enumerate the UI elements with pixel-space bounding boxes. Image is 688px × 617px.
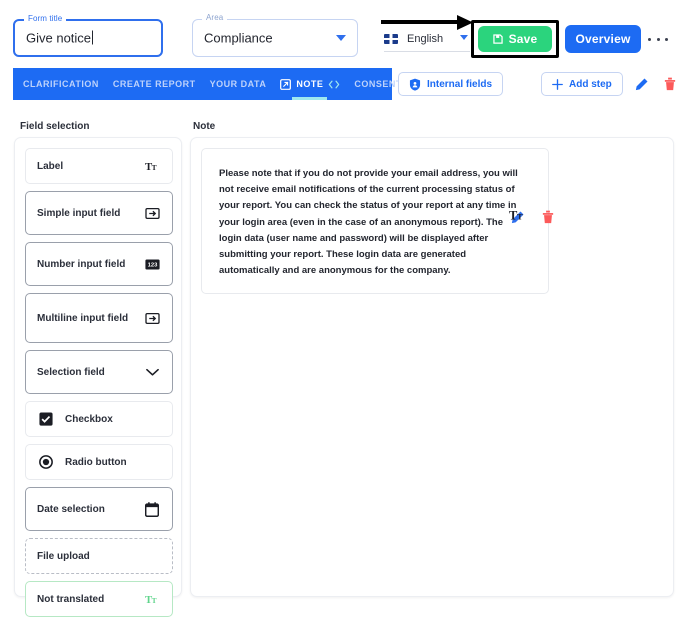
- field-card-radio-button[interactable]: Radio button: [25, 444, 173, 480]
- field-card-label-text: Label: [37, 160, 64, 172]
- input-field-icon: [143, 204, 161, 222]
- text-format-icon: TT: [143, 157, 161, 175]
- overview-button-label: Overview: [575, 32, 631, 46]
- input-field-icon: [143, 309, 161, 327]
- field-card-label-text: Multiline input field: [37, 312, 129, 324]
- code-brackets-icon: [329, 80, 340, 88]
- field-card-simple-input[interactable]: Simple input field: [25, 191, 173, 235]
- step-tab-bar: CLARIFICATION CREATE REPORT YOUR DATA NO…: [13, 68, 401, 100]
- field-card-label-text: Not translated: [37, 593, 105, 605]
- form-title-value: Give notice: [26, 30, 94, 46]
- plus-icon: [552, 78, 563, 90]
- field-card-label-text: Checkbox: [65, 413, 113, 425]
- uk-flag-icon: [384, 33, 398, 44]
- save-button-label: Save: [508, 32, 538, 46]
- pencil-icon: [636, 78, 648, 90]
- note-panel: Please note that if you do not provide y…: [190, 137, 674, 597]
- field-card-label-text: Date selection: [37, 503, 105, 515]
- form-title-legend: Form title: [24, 14, 67, 23]
- black-arrow-annotation-icon: [381, 15, 473, 30]
- note-panel-title: Note: [193, 121, 216, 132]
- field-card-date-selection[interactable]: Date selection: [25, 487, 173, 531]
- trash-icon: [664, 77, 675, 91]
- top-toolbar: Form title Give notice Area Compliance E…: [0, 0, 688, 66]
- form-title-field[interactable]: Form title Give notice: [13, 14, 163, 57]
- overview-button[interactable]: Overview: [565, 25, 641, 53]
- add-step-button[interactable]: Add step: [541, 72, 623, 96]
- text-cursor: [92, 30, 94, 45]
- note-text: Please note that if you do not provide y…: [219, 168, 518, 277]
- chevron-down-icon: [143, 363, 161, 381]
- edit-step-button[interactable]: [633, 75, 651, 93]
- area-legend: Area: [202, 13, 228, 22]
- field-card-label[interactable]: Label TT: [25, 148, 173, 184]
- internal-fields-button[interactable]: Internal fields: [398, 72, 504, 96]
- number-123-icon: 123: [143, 255, 161, 273]
- external-link-icon: [280, 78, 292, 90]
- save-disk-icon: [492, 34, 503, 44]
- field-card-selection-field[interactable]: Selection field: [25, 350, 173, 394]
- tab-create-report[interactable]: CREATE REPORT: [113, 68, 196, 100]
- kebab-menu-icon[interactable]: [648, 32, 668, 46]
- field-selection-title: Field selection: [20, 121, 90, 132]
- tabbar-actions: Internal fields Add step: [398, 68, 679, 100]
- field-card-label-text: Selection field: [37, 366, 105, 378]
- shield-icon: [409, 78, 421, 91]
- svg-text:T: T: [151, 595, 156, 604]
- field-card-multiline-input[interactable]: Multiline input field: [25, 293, 173, 343]
- tab-note-group[interactable]: NOTE: [280, 68, 340, 100]
- chevron-down-icon: [336, 35, 346, 41]
- field-card-label-text: Simple input field: [37, 207, 121, 219]
- field-selection-panel: Label TT Simple input field Number input…: [14, 137, 182, 617]
- svg-text:T: T: [151, 162, 156, 171]
- tab-clarification[interactable]: CLARIFICATION: [23, 68, 99, 100]
- svg-text:123: 123: [147, 262, 157, 268]
- field-card-label-text: Number input field: [37, 258, 126, 270]
- radio-selected-icon: [37, 453, 55, 471]
- field-card-number-input[interactable]: Number input field 123: [25, 242, 173, 286]
- checkbox-checked-icon: [37, 410, 55, 428]
- add-step-label: Add step: [569, 78, 612, 90]
- area-select[interactable]: Area Compliance: [192, 13, 358, 57]
- language-label: English: [407, 32, 444, 45]
- internal-fields-label: Internal fields: [427, 78, 493, 90]
- area-value: Compliance: [204, 30, 273, 46]
- note-card[interactable]: Please note that if you do not provide y…: [201, 148, 549, 295]
- text-format-icon: TT: [143, 590, 161, 608]
- calendar-icon: [143, 500, 161, 518]
- trash-icon: [542, 210, 554, 224]
- tab-consent[interactable]: CONSENT: [354, 68, 402, 100]
- svg-text:T: T: [517, 212, 523, 222]
- save-button[interactable]: Save: [478, 26, 552, 52]
- field-card-label-text: File upload: [37, 550, 90, 562]
- tab-note[interactable]: NOTE: [292, 68, 328, 100]
- field-card-label-text: Radio button: [65, 456, 127, 468]
- field-card-checkbox[interactable]: Checkbox: [25, 401, 173, 437]
- tab-your-data[interactable]: YOUR DATA: [210, 68, 267, 100]
- field-list: Label TT Simple input field Number input…: [25, 148, 173, 617]
- chevron-down-icon: [460, 35, 468, 40]
- note-delete-button[interactable]: [539, 208, 557, 226]
- delete-step-button[interactable]: [661, 75, 679, 93]
- field-card-file-upload[interactable]: File upload: [25, 538, 173, 574]
- note-text-format-icon: TT: [509, 209, 525, 223]
